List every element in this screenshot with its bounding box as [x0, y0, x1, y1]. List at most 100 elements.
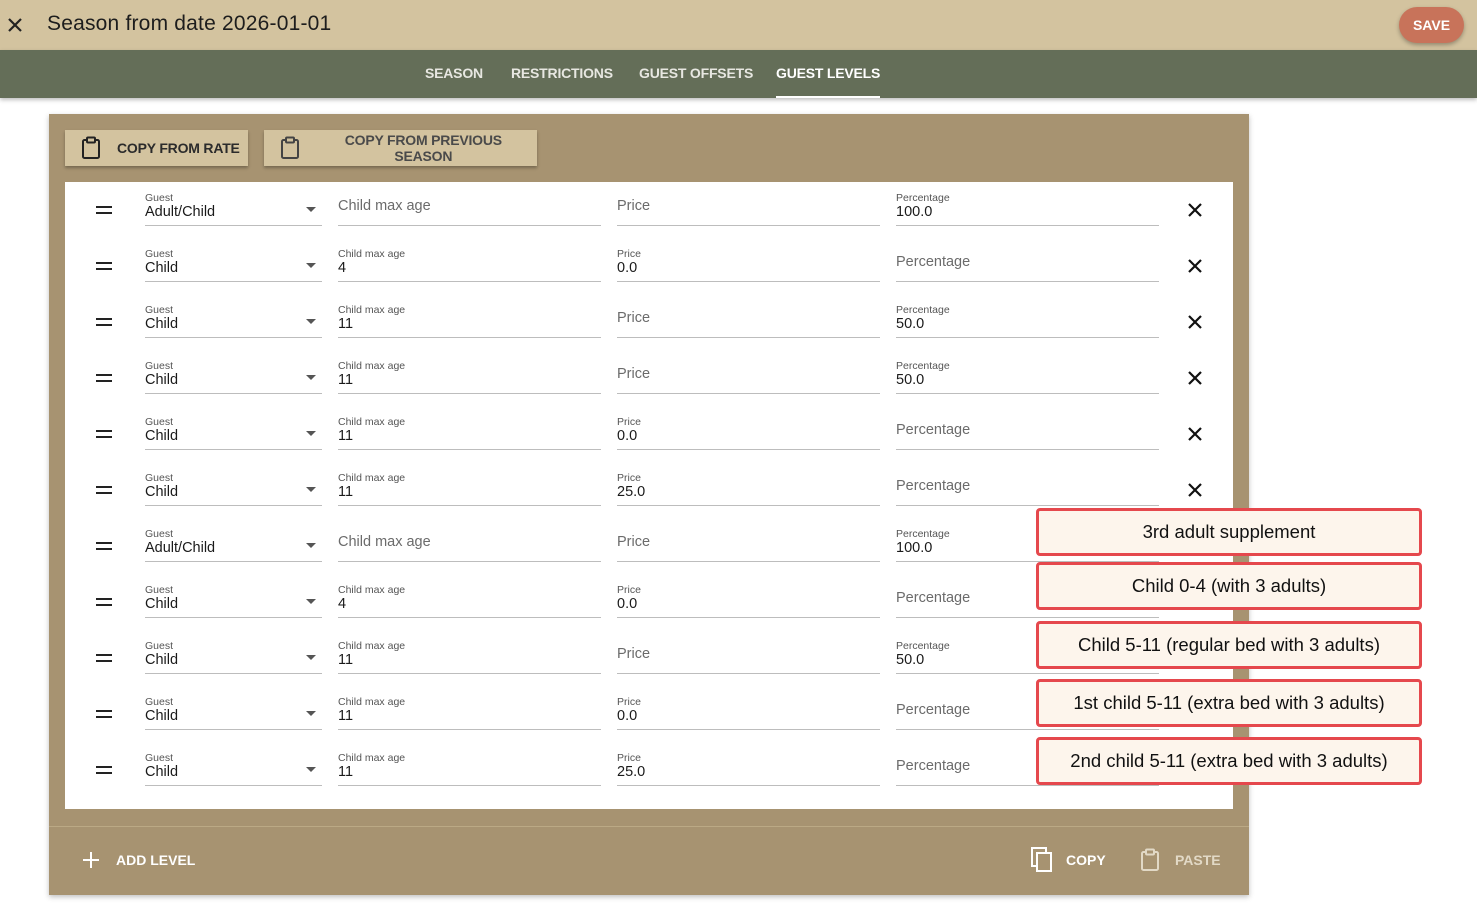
- guest-select[interactable]: Guest Child: [145, 580, 322, 618]
- price-label: Price: [617, 472, 641, 484]
- guest-label: Guest: [145, 360, 174, 372]
- drag-handle-icon[interactable]: [96, 542, 112, 550]
- guest-select[interactable]: Guest Adult/Child: [145, 524, 322, 562]
- copy-from-rate-button[interactable]: COPY FROM RATE: [65, 130, 248, 166]
- percentage-field[interactable]: Percentage: [896, 412, 1159, 450]
- tab-guest-offsets[interactable]: GUEST OFFSETS: [639, 50, 753, 98]
- percentage-field[interactable]: Percentage: [896, 468, 1159, 506]
- guest-select[interactable]: Guest Child: [145, 468, 322, 506]
- price-label: Price: [617, 752, 641, 764]
- percentage-placeholder: Percentage: [896, 758, 971, 774]
- row-separator: [338, 756, 601, 757]
- close-button[interactable]: [4, 13, 26, 37]
- price-field[interactable]: Price 0.0: [617, 244, 880, 282]
- save-button[interactable]: SAVE: [1399, 7, 1464, 43]
- guest-value: Child: [145, 652, 179, 668]
- guest-value: Child: [145, 316, 179, 332]
- percentage-field[interactable]: Percentage 100.0: [896, 188, 1159, 226]
- child-max-age-field[interactable]: Child max age 11: [338, 412, 601, 450]
- child-max-age-field[interactable]: Child max age 11: [338, 356, 601, 394]
- price-field[interactable]: Price 0.0: [617, 412, 880, 450]
- drag-handle-icon[interactable]: [96, 654, 112, 662]
- price-field[interactable]: Price 0.0: [617, 580, 880, 618]
- remove-icon[interactable]: [1186, 425, 1204, 443]
- guest-label: Guest: [145, 304, 174, 316]
- annotation-callout: 3rd adult supplement: [1036, 508, 1422, 556]
- child-max-age-label: Child max age: [338, 416, 406, 428]
- child-max-age-field[interactable]: Child max age 11: [338, 468, 601, 506]
- percentage-placeholder: Percentage: [896, 478, 971, 494]
- child-max-age-field[interactable]: Child max age 4: [338, 580, 601, 618]
- guest-select[interactable]: Guest Child: [145, 412, 322, 450]
- copy-button[interactable]: COPY: [1031, 847, 1106, 873]
- copy-from-previous-season-button[interactable]: COPY FROM PREVIOUS SEASON: [264, 130, 537, 166]
- chevron-down-icon: [306, 375, 316, 380]
- child-max-age-field[interactable]: Child max age 4: [338, 244, 601, 282]
- add-level-button[interactable]: ADD LEVEL: [82, 848, 195, 872]
- drag-handle-icon[interactable]: [96, 374, 112, 382]
- child-max-age-label: Child max age: [338, 584, 406, 596]
- drag-handle-icon[interactable]: [96, 710, 112, 718]
- guest-select[interactable]: Guest Child: [145, 244, 322, 282]
- child-max-age-field[interactable]: Child max age: [338, 524, 601, 562]
- annotation-callout: Child 5-11 (regular bed with 3 adults): [1036, 621, 1422, 669]
- price-field[interactable]: Price: [617, 188, 880, 226]
- guest-select[interactable]: Guest Adult/Child: [145, 188, 322, 226]
- drag-handle-icon[interactable]: [96, 206, 112, 214]
- child-max-age-field[interactable]: Child max age 11: [338, 748, 601, 786]
- guest-value: Child: [145, 708, 179, 724]
- tab-guest-levels[interactable]: GUEST LEVELS: [776, 50, 880, 98]
- remove-icon[interactable]: [1186, 369, 1204, 387]
- guest-select[interactable]: Guest Child: [145, 356, 322, 394]
- guest-select[interactable]: Guest Child: [145, 692, 322, 730]
- guest-select[interactable]: Guest Child: [145, 636, 322, 674]
- tab-season[interactable]: SEASON: [425, 50, 483, 98]
- price-value: 0.0: [617, 596, 638, 612]
- guest-select[interactable]: Guest Child: [145, 300, 322, 338]
- price-field[interactable]: Price 0.0: [617, 692, 880, 730]
- remove-icon[interactable]: [1186, 313, 1204, 331]
- price-label: Price: [617, 416, 641, 428]
- percentage-field[interactable]: Percentage 50.0: [896, 300, 1159, 338]
- remove-icon[interactable]: [1186, 481, 1204, 499]
- price-value: 0.0: [617, 708, 638, 724]
- guest-level-row: Guest Child Child max age 4 Price 0.0 Percenta…: [65, 238, 1233, 294]
- guest-value: Adult/Child: [145, 540, 216, 556]
- guest-select[interactable]: Guest Child: [145, 748, 322, 786]
- drag-handle-icon[interactable]: [96, 430, 112, 438]
- percentage-field[interactable]: Percentage 50.0: [896, 356, 1159, 394]
- guest-value: Child: [145, 596, 179, 612]
- guest-level-row: Guest Child Child max age 11 Price Percentage…: [65, 350, 1233, 406]
- remove-icon[interactable]: [1186, 257, 1204, 275]
- price-field[interactable]: Price 25.0: [617, 748, 880, 786]
- guest-label: Guest: [145, 752, 174, 764]
- drag-handle-icon[interactable]: [96, 766, 112, 774]
- child-max-age-value: 4: [338, 596, 347, 612]
- price-field[interactable]: Price: [617, 636, 880, 674]
- chevron-down-icon: [306, 767, 316, 772]
- drag-handle-icon[interactable]: [96, 262, 112, 270]
- percentage-field[interactable]: Percentage: [896, 244, 1159, 282]
- child-max-age-field[interactable]: Child max age: [338, 188, 601, 226]
- copy-from-previous-season-label: COPY FROM PREVIOUS SEASON: [344, 132, 502, 164]
- percentage-label: Percentage: [896, 304, 950, 316]
- remove-icon[interactable]: [1186, 201, 1204, 219]
- drag-handle-icon[interactable]: [96, 486, 112, 494]
- drag-handle-icon[interactable]: [96, 318, 112, 326]
- percentage-placeholder: Percentage: [896, 590, 971, 606]
- child-max-age-field[interactable]: Child max age 11: [338, 692, 601, 730]
- child-max-age-label: Child max age: [338, 248, 406, 260]
- price-field[interactable]: Price: [617, 300, 880, 338]
- guest-value: Child: [145, 372, 179, 388]
- price-field[interactable]: Price 25.0: [617, 468, 880, 506]
- paste-button[interactable]: PASTE: [1140, 847, 1221, 873]
- percentage-placeholder: Percentage: [896, 422, 971, 438]
- tab-restrictions[interactable]: RESTRICTIONS: [511, 50, 613, 98]
- price-placeholder: Price: [617, 646, 651, 662]
- price-value: 25.0: [617, 764, 646, 780]
- drag-handle-icon[interactable]: [96, 598, 112, 606]
- price-field[interactable]: Price: [617, 524, 880, 562]
- price-field[interactable]: Price: [617, 356, 880, 394]
- child-max-age-field[interactable]: Child max age 11: [338, 636, 601, 674]
- child-max-age-field[interactable]: Child max age 11: [338, 300, 601, 338]
